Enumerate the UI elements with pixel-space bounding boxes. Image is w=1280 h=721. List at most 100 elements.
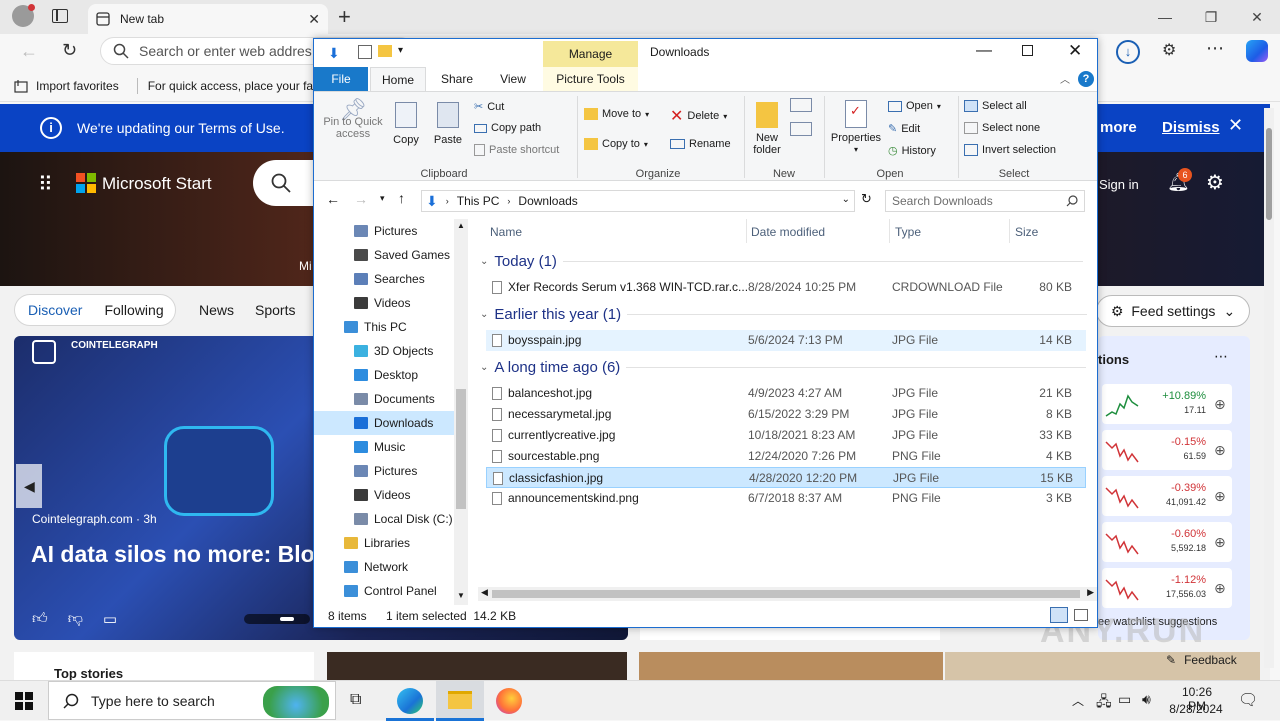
file-row[interactable]: announcementskind.png 6/7/2018 8:37 AM PNG… [486, 488, 1086, 509]
tab-discover[interactable]: Discover [28, 302, 82, 318]
pin-quick-access-button[interactable]: 📌︎ Pin to Quick access [320, 99, 386, 141]
file-row[interactable]: classicfashion.jpg 4/28/2020 12:20 PM JPG … [486, 467, 1086, 488]
carousel-prev-button[interactable]: ◀ [16, 464, 42, 508]
close-window-button[interactable]: ✕ [1234, 1, 1280, 33]
nav-item-videos[interactable]: Videos [314, 291, 454, 315]
add-to-watchlist-icon[interactable]: ⊕ [1214, 442, 1226, 459]
comment-icon[interactable]: ▭ [103, 610, 117, 628]
restore-button[interactable]: ❐ [1188, 1, 1234, 33]
back-arrow-icon[interactable]: ← [20, 41, 38, 62]
add-to-watchlist-icon[interactable]: ⊕ [1214, 580, 1226, 597]
tab-new-tab[interactable]: New tab ✕ [88, 4, 328, 34]
windows-start-icon[interactable] [15, 692, 33, 710]
nav-item-pictures[interactable]: Pictures [314, 459, 454, 483]
news-card-image[interactable] [327, 652, 627, 680]
new-folder-icon[interactable] [378, 45, 392, 57]
nav-item-music[interactable]: Music [314, 435, 454, 459]
column-name[interactable]: Name [490, 225, 522, 239]
copy-button[interactable]: Copy [390, 102, 422, 146]
carousel-dots[interactable] [244, 614, 310, 624]
import-favorites-link[interactable]: Import favorites [14, 79, 119, 93]
tab-share[interactable]: Share [432, 67, 482, 91]
watchlist-stock[interactable]: +10.89% 17.11 ⊕ [1102, 384, 1232, 424]
large-icons-view-icon[interactable] [1074, 609, 1088, 621]
nav-item-desktop[interactable]: Desktop [314, 363, 454, 387]
invert-selection-button[interactable]: Invert selection [964, 144, 1056, 156]
group-today[interactable]: ⌄ Today (1) [480, 253, 1083, 270]
group-earlier-this-year[interactable]: ⌄ Earlier this year (1) [480, 306, 1088, 323]
copy-path-button[interactable]: Copy path [474, 122, 541, 134]
copy-to-button[interactable]: Copy to ▾ [584, 138, 648, 150]
watchlist-stock[interactable]: -0.15% 61.59 ⊕ [1102, 430, 1232, 470]
page-scrollbar[interactable] [1264, 108, 1274, 668]
column-size[interactable]: Size [1015, 225, 1038, 239]
add-to-watchlist-icon[interactable]: ⊕ [1214, 396, 1226, 413]
refresh-icon[interactable]: ↻ [62, 40, 77, 61]
sign-in-button[interactable]: Sign in [1099, 177, 1139, 192]
clock-date[interactable]: 8/28/2024 [1166, 702, 1226, 716]
group-long-ago[interactable]: ⌄ A long time ago (6) [480, 359, 1087, 376]
close-notice-icon[interactable]: ✕ [1228, 115, 1243, 136]
watchlist-more-icon[interactable]: ⋯ [1214, 348, 1228, 365]
tab-actions-icon[interactable] [52, 9, 68, 23]
chevron-down-icon[interactable]: ⌄ [842, 194, 850, 205]
file-row[interactable]: necessarymetal.jpg 6/15/2022 3:29 PM JPG F… [486, 404, 1086, 425]
tab-news[interactable]: News [199, 302, 234, 318]
nav-item-network[interactable]: Network [314, 555, 454, 579]
network-icon[interactable]: 🖧︎ [1096, 691, 1112, 715]
notification-center-icon[interactable]: 🗨︎ [1238, 690, 1258, 710]
monitor-icon[interactable]: ▭ [1118, 691, 1131, 708]
breadcrumb-downloads[interactable]: Downloads [518, 194, 577, 208]
tab-picture-tools[interactable]: Picture Tools [543, 67, 638, 91]
nav-item-downloads[interactable]: Downloads [314, 411, 454, 435]
minimize-button[interactable]: — [1142, 1, 1188, 33]
edge-taskbar-icon[interactable] [397, 688, 423, 714]
copilot-icon[interactable] [1246, 40, 1268, 62]
close-button[interactable]: ✕ [1068, 41, 1082, 61]
nav-item-local-disk[interactable]: Local Disk (C:) [314, 507, 454, 531]
edit-button[interactable]: ✎ Edit [888, 122, 920, 136]
maximize-button[interactable] [1022, 45, 1033, 56]
watchlist-stock[interactable]: -0.39% 41,091.42 ⊕ [1102, 476, 1232, 516]
nav-item-searches[interactable]: Searches [314, 267, 454, 291]
apps-grid-icon[interactable]: ⠿ [38, 172, 53, 197]
news-card-image[interactable] [639, 652, 943, 680]
history-button[interactable]: ◷ History [888, 144, 936, 158]
show-hidden-icons-icon[interactable]: ︿ [1072, 692, 1084, 709]
downloads-icon[interactable]: ↓ [1116, 40, 1140, 64]
nav-item-this-pc[interactable]: This PC [314, 315, 454, 339]
nav-item-3d-objects[interactable]: 3D Objects [314, 339, 454, 363]
profile-avatar[interactable] [12, 4, 35, 27]
watchlist-stock[interactable]: -0.60% 5,592.18 ⊕ [1102, 522, 1232, 562]
refresh-icon[interactable]: ↻ [861, 191, 872, 207]
new-tab-button[interactable]: + [338, 4, 351, 30]
tab-following[interactable]: Following [104, 302, 163, 318]
rename-button[interactable]: Rename [670, 138, 731, 150]
volume-icon[interactable]: 🔊︎ [1142, 691, 1151, 708]
back-arrow-icon[interactable]: ← [326, 191, 340, 207]
add-to-watchlist-icon[interactable]: ⊕ [1214, 534, 1226, 551]
collapse-ribbon-icon[interactable]: ︿ [1060, 71, 1070, 86]
tab-home[interactable]: Home [370, 67, 426, 92]
paste-shortcut-button[interactable]: Paste shortcut [474, 144, 559, 156]
dismiss-link[interactable]: Dismiss [1162, 119, 1220, 136]
extensions-icon[interactable]: ⚙ [1162, 40, 1176, 60]
feed-settings-button[interactable]: ⚙ Feed settings ⌄ [1096, 295, 1250, 327]
close-tab-icon[interactable]: ✕ [308, 11, 320, 28]
file-row[interactable]: currentlycreative.jpg 10/18/2021 8:23 AM J… [486, 425, 1086, 446]
watchlist-stock[interactable]: -1.12% 17,556.03 ⊕ [1102, 568, 1232, 608]
qat-dropdown-icon[interactable]: ▾ [398, 45, 403, 56]
cut-button[interactable]: ✂ Cut [474, 100, 504, 114]
nav-item-documents[interactable]: Documents [314, 387, 454, 411]
column-type[interactable]: Type [895, 225, 921, 239]
column-date-modified[interactable]: Date modified [751, 225, 825, 239]
forward-arrow-icon[interactable]: → [354, 191, 368, 207]
new-folder-button[interactable]: New folder [748, 102, 786, 156]
recent-locations-icon[interactable]: ▾ [380, 193, 385, 204]
details-view-icon[interactable] [1050, 607, 1068, 623]
easy-access-icon[interactable] [790, 122, 812, 136]
task-view-icon[interactable]: ⧉ [350, 691, 361, 709]
file-row[interactable]: sourcestable.png 12/24/2020 7:26 PM PNG Fi… [486, 446, 1086, 467]
properties-button[interactable]: ✓ Properties ▾ [828, 100, 884, 156]
explorer-taskbar-button[interactable] [436, 681, 484, 721]
